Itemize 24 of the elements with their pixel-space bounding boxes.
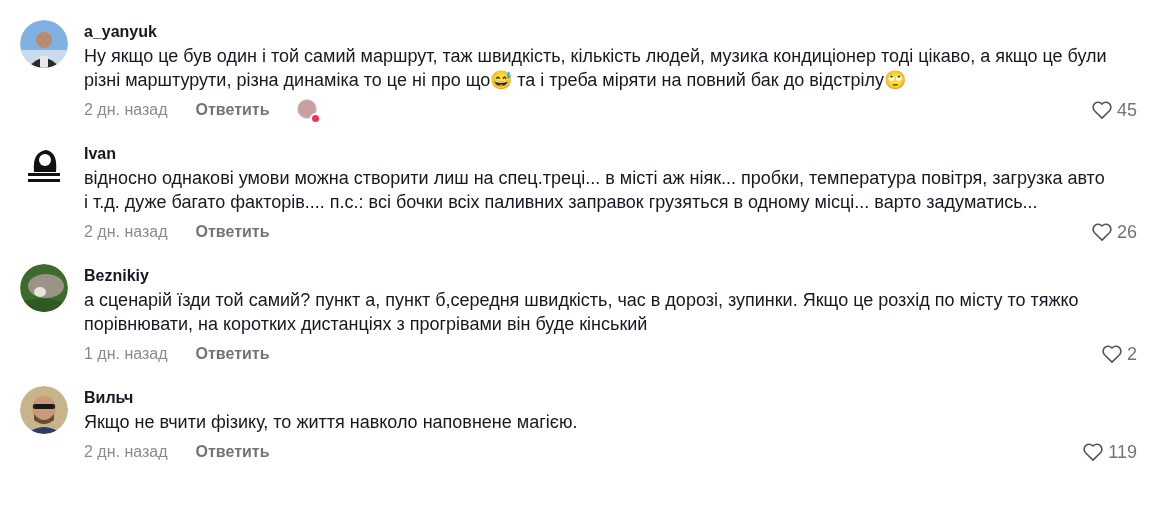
heart-icon — [1090, 222, 1113, 242]
comment-time: 2 дн. назад — [84, 100, 168, 120]
comment-text: а сценарій їзди той самий? пункт а, пункт б,середня швидкість, час в дорозі, зупинки. Якщо це розхід по місту то тяжко порівнювати, на коротких дистанціях з прогрівами він буде кінський — [84, 289, 1080, 336]
reply-button[interactable]: Ответить — [195, 98, 270, 122]
reply-button[interactable]: Ответить — [195, 342, 270, 366]
like-button[interactable]: 26 — [1090, 218, 1137, 246]
username[interactable]: Ivan — [84, 142, 116, 166]
comment-time: 2 дн. назад — [84, 222, 168, 242]
heart-icon — [1090, 100, 1113, 120]
comment-text: Якщо не вчити фізику, то життя навколо наповнене магією. — [84, 411, 579, 434]
heart-icon — [1082, 442, 1105, 462]
like-button[interactable]: 45 — [1090, 96, 1137, 124]
like-button[interactable]: 119 — [1082, 438, 1137, 466]
comment-text: відносно однакові умови можна створити лиш на спец.треці... в місті аж ніяк... пробки, температура повітря, загрузка авто і т.д. дуже багато факторів.... п.с.: всі бочки всіх паливних заправок грузяться в одному місці... варто задуматись... — [84, 167, 1106, 214]
username[interactable]: Вильч — [84, 386, 134, 410]
reply-button[interactable]: Ответить — [195, 440, 270, 464]
username[interactable]: Beznikiy — [84, 264, 149, 288]
comment-time: 1 дн. назад — [84, 344, 168, 364]
heart-icon — [1101, 344, 1123, 364]
reply-button[interactable]: Ответить — [195, 220, 270, 244]
comment-text: Ну якщо це був один і той самий маршрут, таж швидкість, кількість людей, музика кондиціонер тоді цікаво, а якщо це були різні марштурути, різна динаміка то це ні про що😅 та і треба міряти на повний бак до відстрілу🙄 — [84, 45, 1108, 92]
like-button[interactable]: 2 — [1101, 340, 1137, 368]
username[interactable]: a_yanyuk — [84, 20, 157, 44]
comment-time: 2 дн. назад — [84, 442, 168, 462]
